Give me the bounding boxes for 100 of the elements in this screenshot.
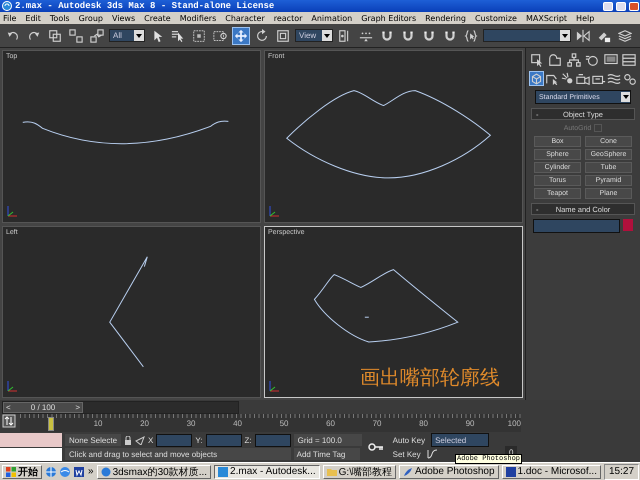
scale-icon — [276, 28, 290, 42]
menu-item[interactable]: Create — [144, 14, 171, 22]
menu-item[interactable]: Character — [225, 14, 265, 22]
menu-item[interactable]: Animation — [311, 14, 352, 22]
lock-icon[interactable] — [124, 436, 132, 444]
axis-label: X — [148, 436, 154, 444]
script-output-field[interactable] — [0, 433, 62, 446]
menu-item[interactable]: Edit — [25, 14, 41, 22]
dropdown[interactable] — [483, 29, 571, 42]
set-key-button[interactable]: Set Key — [390, 448, 424, 460]
frame-counter: 0 / 100 — [30, 402, 56, 412]
braces-icon — [464, 28, 478, 42]
caret-icon — [324, 34, 330, 38]
prev-frame-text: < — [5, 402, 12, 412]
taskbar-item[interactable]: 1.doc - Microsof... — [502, 464, 601, 478]
curve-icon[interactable] — [426, 449, 439, 459]
tick-label: 100 — [506, 418, 521, 430]
dashed-circle-rectangle-icon — [213, 28, 227, 42]
maximize-button[interactable] — [616, 2, 626, 10]
name-field[interactable] — [533, 219, 620, 233]
panel-tab[interactable] — [603, 52, 618, 67]
coordinate-field[interactable] — [254, 434, 291, 446]
taskbar-item[interactable]: G:\嘴部教程 — [322, 464, 396, 478]
panel-tab[interactable] — [529, 52, 544, 67]
menu-item[interactable]: Customize — [474, 14, 517, 22]
panel-tab[interactable] — [622, 52, 637, 67]
triangle-icon[interactable] — [135, 436, 146, 444]
tick-label: 60 — [325, 418, 335, 430]
light-icon — [560, 72, 575, 86]
close-button[interactable] — [629, 2, 640, 10]
menu-item[interactable]: Views — [112, 14, 136, 22]
auto-key-button[interactable]: Auto Key — [390, 434, 428, 446]
globe-icon[interactable] — [45, 466, 57, 478]
menu-item[interactable]: Help — [576, 14, 594, 22]
more-text[interactable]: » — [88, 466, 94, 477]
waves-icon — [607, 72, 622, 86]
time-slider-thumb[interactable]: < 0 / 100 > — [3, 402, 83, 412]
category-button[interactable] — [560, 71, 575, 86]
document-icon[interactable] — [73, 466, 85, 478]
menu-item[interactable]: Modifiers — [180, 14, 216, 22]
panel-icon — [622, 52, 636, 66]
hierarchy-icon — [566, 52, 581, 66]
grid-status: Grid = 100.0 — [294, 434, 362, 446]
menu-item[interactable]: Group — [78, 14, 103, 22]
mirror-icon — [576, 28, 590, 42]
add-time-tag-button[interactable]: Add Time Tag — [294, 448, 360, 460]
document-icon — [506, 466, 516, 476]
category-button[interactable] — [622, 71, 637, 86]
color-swatch[interactable] — [623, 219, 633, 231]
tool-button[interactable] — [67, 26, 85, 44]
taskbar-item[interactable]: 2.max - Autodesk... — [214, 464, 320, 478]
caption-text: 画出嘴部轮廓线 — [360, 364, 500, 391]
camera-icon — [576, 72, 590, 86]
dropdown[interactable]: View — [295, 29, 333, 42]
menu-item[interactable]: Graph Editors — [361, 14, 416, 22]
rotate-icon — [255, 28, 269, 42]
selection-status: None Selecte — [65, 434, 122, 446]
key-mode-dropdown[interactable]: Selected — [431, 433, 490, 447]
layers-icon — [618, 28, 632, 42]
axis-icon — [6, 204, 18, 218]
coordinate-field[interactable] — [156, 434, 192, 446]
caret-icon — [622, 95, 628, 99]
axis-label: Z: — [244, 436, 252, 444]
list-cursor-icon — [171, 28, 185, 42]
bent-shape-icon — [548, 52, 562, 66]
panel-tab[interactable] — [548, 52, 563, 67]
script-input-field[interactable] — [0, 448, 62, 461]
separate-squares-icon — [69, 28, 83, 42]
key-icon[interactable] — [368, 443, 384, 451]
start-button[interactable]: 开始 — [2, 464, 42, 478]
menu-item[interactable]: Tools — [50, 14, 70, 22]
minimize-button[interactable] — [603, 2, 614, 10]
tool-button[interactable] — [88, 26, 106, 44]
magnet-icon — [380, 28, 394, 42]
tool-button[interactable] — [232, 26, 250, 44]
taskbar-item[interactable]: 3dsmax的30款材质... — [96, 464, 212, 478]
clock: 15:27 — [604, 464, 640, 480]
globe-icon — [100, 466, 111, 476]
track-bar[interactable]: 10 20 30 40 50 60 70 80 90 100 — [20, 414, 522, 432]
taskbar-item[interactable]: Adobe Photoshop — [399, 464, 499, 478]
coordinate-field[interactable] — [206, 434, 242, 446]
mini-curve-editor-icon[interactable] — [2, 414, 16, 428]
menu-item[interactable]: MAXScript — [526, 14, 568, 22]
caret-icon — [136, 34, 142, 38]
pointer-shape-icon — [530, 52, 544, 66]
tick-label: 30 — [186, 418, 196, 430]
menu-item[interactable]: Rendering — [425, 14, 466, 22]
prompt-text: Click and drag to select and move objects — [65, 448, 291, 460]
frame-marker — [48, 417, 54, 431]
tick-label: 50 — [278, 418, 288, 430]
panel-tab[interactable] — [566, 52, 582, 67]
category-button[interactable] — [607, 71, 622, 86]
menu-item[interactable]: reactor — [274, 14, 302, 22]
dashed-rectangle-icon — [192, 28, 206, 42]
category-button[interactable] — [576, 71, 590, 86]
menu-item[interactable]: File — [3, 14, 16, 22]
dropdown[interactable]: All — [109, 29, 145, 42]
move-icon — [234, 28, 248, 42]
next-frame-text: > — [74, 402, 81, 412]
folder-icon — [326, 466, 337, 476]
